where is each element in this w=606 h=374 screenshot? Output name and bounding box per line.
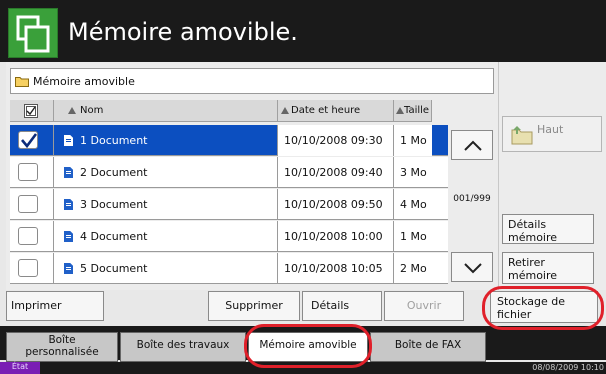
remove-memory-line2: mémoire [508,269,558,282]
scroll-down-button[interactable] [451,252,493,282]
row-size: 3 Mo [400,166,427,179]
row-name: 5 Document [80,262,148,275]
row-name: 2 Document [80,166,148,179]
row-checkbox[interactable] [18,163,38,181]
remove-memory-line1: Retirer [508,256,545,269]
document-icon [64,199,73,210]
status-bar: État 08/08/2009 10:10 [0,362,606,374]
row-size: 4 Mo [400,198,427,211]
store-file-line1: Stockage de [497,295,565,308]
document-icon [64,167,73,178]
store-file-button[interactable]: Stockage de fichier [490,291,598,323]
select-all-icon [24,104,38,118]
status-button[interactable]: État [0,362,40,374]
column-size-label: Taille [404,105,430,116]
open-button[interactable]: Ouvrir [384,291,464,321]
table-row[interactable]: 3 Document 10/10/2008 09:50 4 Mo [10,189,448,220]
column-header-size[interactable]: Taille [394,100,432,122]
tab-custom-box-line1: Boîte [48,334,76,346]
column-header-name[interactable]: Nom [54,100,278,122]
row-checkbox[interactable] [18,227,38,245]
row-date: 10/10/2008 09:50 [284,198,383,211]
row-date: 10/10/2008 10:00 [284,230,383,243]
sort-triangle-icon [281,107,289,114]
top-level-button[interactable]: Haut [502,116,602,152]
remove-memory-button[interactable]: Retirer mémoire [502,252,594,284]
row-date: 10/10/2008 09:30 [284,134,383,147]
row-size: 2 Mo [400,262,427,275]
folder-icon [15,77,29,87]
row-name: 3 Document [80,198,148,211]
table-row[interactable]: 5 Document 10/10/2008 10:05 2 Mo [10,253,448,284]
tab-job-box[interactable]: Boîte des travaux [120,332,246,362]
column-name-label: Nom [80,105,104,116]
tab-fax-box[interactable]: Boîte de FAX [370,332,486,362]
chevron-up-icon [464,140,482,151]
row-name: 1 Document [80,134,148,147]
row-name: 4 Document [80,230,148,243]
chevron-down-icon [464,263,482,274]
details-button[interactable]: Détails [302,291,382,321]
path-bar: Mémoire amovible [10,68,494,94]
document-icon [64,231,73,242]
removable-memory-icon [8,8,58,58]
checkmark-icon [21,133,38,149]
path-label: Mémoire amovible [33,75,135,88]
page-counter: 001/999 [453,194,491,204]
tab-removable-memory[interactable]: Mémoire amovible [248,332,368,362]
memory-details-button[interactable]: Détails mémoire [502,214,594,244]
row-checkbox[interactable] [18,195,38,213]
folder-up-icon [511,126,533,145]
page-title: Mémoire amovible. [68,18,298,46]
row-checkbox[interactable] [18,131,38,149]
row-date: 10/10/2008 09:40 [284,166,383,179]
store-file-line2: fichier [497,308,532,321]
sort-triangle-icon [396,107,404,114]
tab-custom-box[interactable]: Boîte personnalisée [6,332,118,362]
screen: Mémoire amovible. Mémoire amovible Nom D… [0,0,606,374]
file-table: Nom Date et heure Taille 1 Document 10/1… [10,100,448,286]
row-checkbox[interactable] [18,259,38,277]
sort-triangle-icon [68,107,76,114]
table-row[interactable]: 1 Document 10/10/2008 09:30 1 Mo [10,125,448,156]
details-memory-line1: Détails [508,218,547,231]
title-bar: Mémoire amovible. [0,0,606,62]
details-memory-line2: mémoire [508,231,558,244]
print-button[interactable]: Imprimer [6,291,104,321]
column-header-date[interactable]: Date et heure [278,100,394,122]
row-size: 1 Mo [400,230,427,243]
table-row[interactable]: 2 Document 10/10/2008 09:40 3 Mo [10,157,448,188]
top-button-label: Haut [537,123,564,136]
delete-button[interactable]: Supprimer [208,291,300,321]
row-date: 10/10/2008 10:05 [284,262,383,275]
tab-custom-box-line2: personnalisée [25,346,99,358]
status-datetime: 08/08/2009 10:10 [532,363,604,372]
row-size: 1 Mo [400,134,427,147]
table-row[interactable]: 4 Document 10/10/2008 10:00 1 Mo [10,221,448,252]
document-icon [64,263,73,274]
select-all-header[interactable] [10,100,54,122]
scroll-up-button[interactable] [451,130,493,160]
document-icon [64,135,73,146]
column-date-label: Date et heure [291,105,361,116]
